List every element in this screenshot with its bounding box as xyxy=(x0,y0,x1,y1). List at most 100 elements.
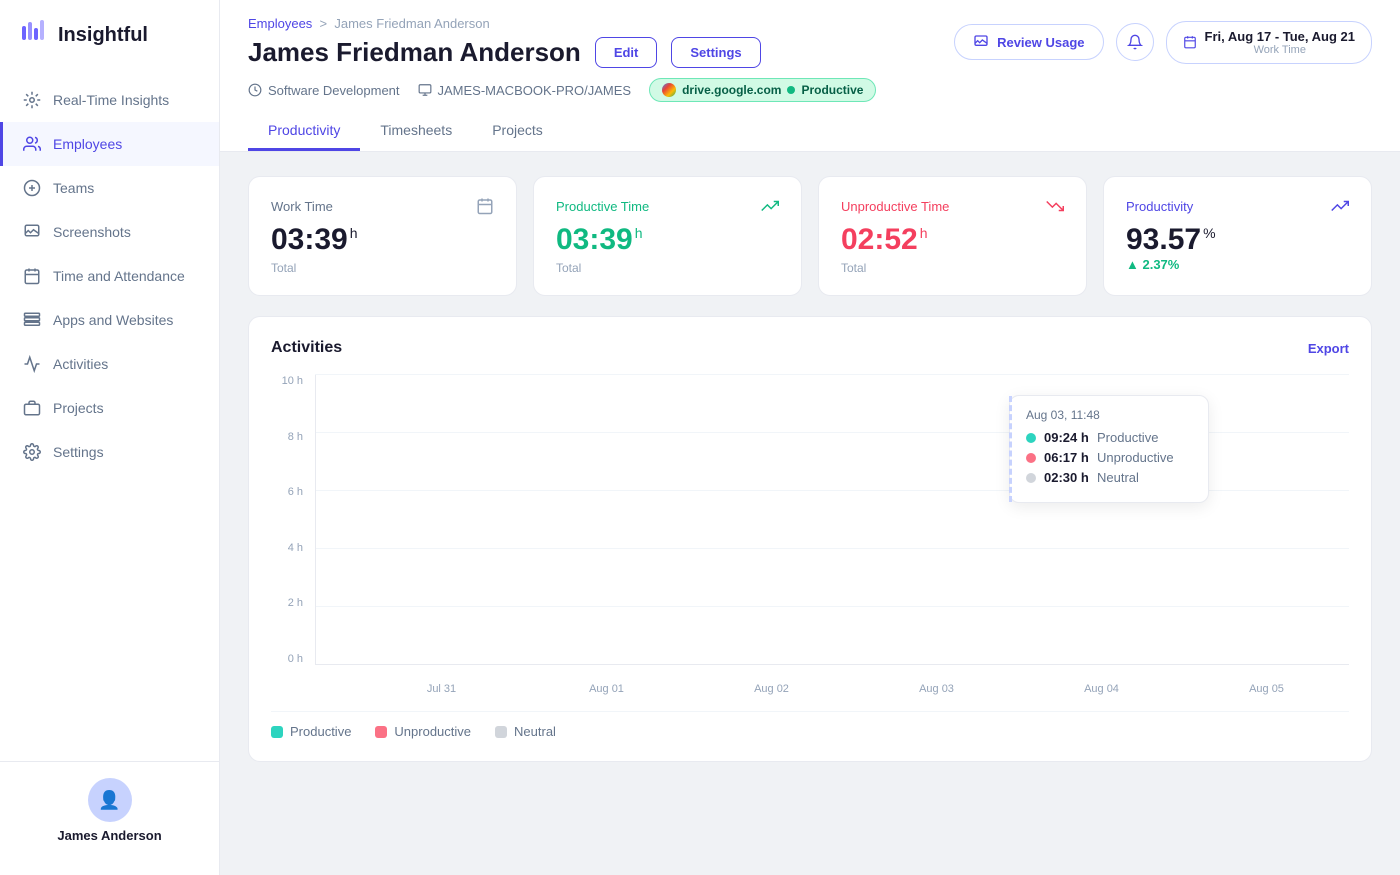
y-label-10: 10 h xyxy=(271,375,311,387)
date-sub: Work Time xyxy=(1205,44,1355,56)
date-label-aug01: Aug 01 xyxy=(524,677,689,695)
work-time-icon xyxy=(476,197,494,215)
chart-title: Activities xyxy=(271,339,342,357)
productive-dot xyxy=(787,86,795,94)
productive-icon xyxy=(761,197,779,215)
header-left: Employees > James Friedman Anderson Jame… xyxy=(248,16,761,68)
sidebar-item-realtime[interactable]: Real-Time Insights xyxy=(0,78,219,122)
tooltip-neutral: 02:30 h Neutral xyxy=(1026,470,1192,485)
date-label-jul31: Jul 31 xyxy=(359,677,524,695)
y-axis: 10 h 8 h 6 h 4 h 2 h 0 h xyxy=(271,375,311,665)
legend-unproductive: Unproductive xyxy=(375,724,471,739)
department-icon xyxy=(248,83,262,97)
activities-icon xyxy=(23,355,41,373)
department-meta: Software Development xyxy=(248,83,400,98)
projects-icon xyxy=(23,399,41,417)
stat-productive-time: Productive Time 03:39h Total xyxy=(533,176,802,296)
date-labels: Jul 31 Aug 01 Aug 02 Aug 03 Aug 04 Aug 0… xyxy=(315,677,1349,695)
sidebar-item-activities[interactable]: Activities xyxy=(0,342,219,386)
tab-timesheets[interactable]: Timesheets xyxy=(360,112,472,151)
date-label-aug04: Aug 04 xyxy=(1019,677,1184,695)
unproductive-icon xyxy=(1046,197,1064,215)
tooltip-dot-productive xyxy=(1026,433,1036,443)
y-label-2: 2 h xyxy=(271,597,311,609)
chart-tooltip: Aug 03, 11:48 09:24 h Productive 06:17 h… xyxy=(1009,395,1209,503)
screenshots-icon xyxy=(23,223,41,241)
chart-header: Activities Export xyxy=(271,339,1349,357)
stat-unproductive-label: Unproductive Time xyxy=(841,197,1064,215)
settings-icon xyxy=(23,443,41,461)
page-title: James Friedman Anderson xyxy=(248,37,581,68)
edit-button[interactable]: Edit xyxy=(595,37,658,68)
export-button[interactable]: Export xyxy=(1308,341,1349,356)
logo: Insightful xyxy=(0,0,219,70)
bell-icon xyxy=(1127,34,1143,50)
legend-dot-productive xyxy=(271,726,283,738)
review-usage-button[interactable]: Review Usage xyxy=(954,24,1103,60)
sidebar-nav: Real-Time Insights Employees Teams Scree… xyxy=(0,78,219,761)
review-icon xyxy=(973,34,989,50)
stats-row: Work Time 03:39h Total Productive Time 0… xyxy=(248,176,1372,296)
tooltip-unproductive: 06:17 h Unproductive xyxy=(1026,450,1192,465)
legend-neutral: Neutral xyxy=(495,724,556,739)
header-top: Employees > James Friedman Anderson Jame… xyxy=(248,16,1372,68)
stat-productive-label: Productive Time xyxy=(556,197,779,215)
sidebar: Insightful Real-Time Insights Employees … xyxy=(0,0,220,875)
logo-icon xyxy=(20,18,48,52)
tab-bar: Productivity Timesheets Projects xyxy=(248,112,1372,151)
notifications-button[interactable] xyxy=(1116,23,1154,61)
sidebar-item-screenshots[interactable]: Screenshots xyxy=(0,210,219,254)
content-area: Work Time 03:39h Total Productive Time 0… xyxy=(220,152,1400,875)
date-label-aug03: Aug 03 xyxy=(854,677,1019,695)
apps-icon xyxy=(23,311,41,329)
header-right: Review Usage Fri, Aug 17 - Tue, Aug 21 W… xyxy=(954,21,1372,64)
logo-text: Insightful xyxy=(58,24,148,47)
time-icon xyxy=(23,267,41,285)
header: Employees > James Friedman Anderson Jame… xyxy=(220,0,1400,152)
date-range-button[interactable]: Fri, Aug 17 - Tue, Aug 21 Work Time xyxy=(1166,21,1372,64)
breadcrumb-employees[interactable]: Employees xyxy=(248,16,312,31)
stat-productivity: Productivity 93.57% ▲ 2.37% xyxy=(1103,176,1372,296)
computer-icon xyxy=(418,83,432,97)
legend-productive: Productive xyxy=(271,724,351,739)
breadcrumb: Employees > James Friedman Anderson xyxy=(248,16,761,31)
chart-section: Activities Export 10 h 8 h 6 h xyxy=(248,316,1372,762)
stat-work-time-label: Work Time xyxy=(271,197,494,215)
date-label: Fri, Aug 17 - Tue, Aug 21 xyxy=(1205,29,1355,44)
user-name: James Anderson xyxy=(57,828,161,843)
stat-productivity-label: Productivity xyxy=(1126,197,1349,215)
sidebar-item-settings[interactable]: Settings xyxy=(0,430,219,474)
avatar: 👤 xyxy=(88,778,132,822)
stat-work-time: Work Time 03:39h Total xyxy=(248,176,517,296)
productivity-icon xyxy=(1331,197,1349,215)
sidebar-user: 👤 James Anderson xyxy=(0,761,219,859)
chart-legend: Productive Unproductive Neutral xyxy=(271,711,1349,739)
tooltip-dot-neutral xyxy=(1026,473,1036,483)
tab-productivity[interactable]: Productivity xyxy=(248,112,360,151)
teams-icon xyxy=(23,179,41,197)
y-label-0: 0 h xyxy=(271,653,311,665)
sidebar-item-teams[interactable]: Teams xyxy=(0,166,219,210)
sidebar-item-projects[interactable]: Projects xyxy=(0,386,219,430)
legend-dot-neutral xyxy=(495,726,507,738)
chart-area: 10 h 8 h 6 h 4 h 2 h 0 h xyxy=(271,375,1349,695)
y-label-4: 4 h xyxy=(271,542,311,554)
date-label-aug02: Aug 02 xyxy=(689,677,854,695)
settings-button[interactable]: Settings xyxy=(671,37,760,68)
calendar-icon xyxy=(1183,35,1197,49)
tooltip-dot-unproductive xyxy=(1026,453,1036,463)
tab-projects[interactable]: Projects xyxy=(472,112,563,151)
tooltip-productive: 09:24 h Productive xyxy=(1026,430,1192,445)
y-label-8: 8 h xyxy=(271,431,311,443)
productivity-trend: ▲ 2.37% xyxy=(1126,257,1349,272)
tooltip-date: Aug 03, 11:48 xyxy=(1026,408,1192,422)
breadcrumb-current: James Friedman Anderson xyxy=(334,16,489,31)
main-content: Employees > James Friedman Anderson Jame… xyxy=(220,0,1400,875)
sidebar-item-employees[interactable]: Employees xyxy=(0,122,219,166)
site-badge: drive.google.com Productive xyxy=(649,78,876,102)
sidebar-item-apps[interactable]: Apps and Websites xyxy=(0,298,219,342)
computer-meta: JAMES-MACBOOK-PRO/JAMES xyxy=(418,83,632,98)
sidebar-item-time[interactable]: Time and Attendance xyxy=(0,254,219,298)
header-meta: Software Development JAMES-MACBOOK-PRO/J… xyxy=(248,78,1372,102)
realtime-icon xyxy=(23,91,41,109)
